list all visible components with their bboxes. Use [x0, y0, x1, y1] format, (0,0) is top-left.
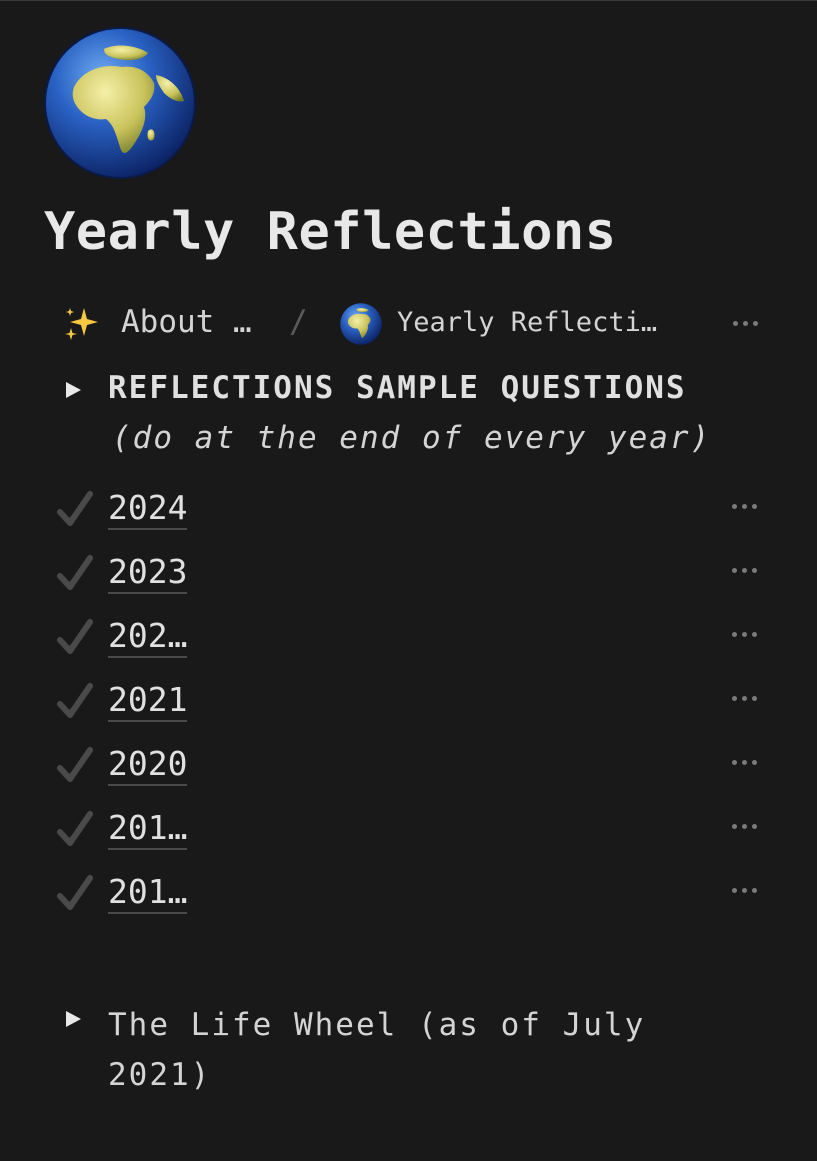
more-horizontal-icon[interactable] — [730, 752, 760, 772]
checkmark-icon — [57, 491, 93, 526]
more-horizontal-icon[interactable] — [730, 624, 760, 644]
globe-europe-africa-icon — [340, 303, 382, 345]
checkmark-icon — [57, 683, 93, 718]
year-link-2021[interactable]: 2021 — [108, 680, 188, 722]
breadcrumb: About … / Yearly Reflecti… — [62, 302, 762, 345]
year-row[interactable]: 2024 — [56, 488, 766, 534]
more-horizontal-icon[interactable] — [731, 313, 761, 333]
globe-europe-africa-icon[interactable] — [44, 27, 196, 179]
year-row[interactable]: 201… — [56, 808, 766, 854]
year-link-2022[interactable]: 202… — [108, 616, 188, 658]
sparkles-icon — [65, 308, 98, 340]
more-horizontal-icon[interactable] — [730, 880, 760, 900]
breadcrumb-current-link[interactable]: Yearly Reflecti… — [397, 307, 657, 338]
checkmark-icon — [57, 619, 93, 654]
year-link-2018[interactable]: 201… — [108, 872, 188, 914]
reflections-toggle-subtitle: (do at the end of every year) — [112, 420, 712, 456]
checkmark-icon — [57, 875, 93, 910]
year-link-2023[interactable]: 2023 — [108, 552, 188, 594]
year-row[interactable]: 2021 — [56, 680, 766, 726]
breadcrumb-parent-link[interactable]: About … — [121, 304, 252, 340]
more-horizontal-icon[interactable] — [730, 816, 760, 836]
year-row[interactable]: 202… — [56, 616, 766, 662]
year-link-2019[interactable]: 201… — [108, 808, 188, 850]
triangle-right-icon[interactable] — [66, 382, 81, 398]
more-horizontal-icon[interactable] — [730, 496, 760, 516]
checkmark-icon — [57, 747, 93, 782]
more-horizontal-icon[interactable] — [730, 688, 760, 708]
year-row[interactable]: 201… — [56, 872, 766, 918]
reflections-toggle-heading[interactable]: REFLECTIONS SAMPLE QUESTIONS — [108, 370, 687, 406]
breadcrumb-separator: / — [289, 304, 308, 340]
top-divider — [0, 0, 817, 1]
checkmark-icon — [57, 555, 93, 590]
year-row[interactable]: 2020 — [56, 744, 766, 790]
year-row[interactable]: 2023 — [56, 552, 766, 598]
page-title: Yearly Reflections — [44, 202, 617, 262]
year-link-2020[interactable]: 2020 — [108, 744, 188, 786]
checkmark-icon — [57, 811, 93, 846]
triangle-right-icon[interactable] — [66, 1011, 81, 1027]
more-horizontal-icon[interactable] — [730, 560, 760, 580]
year-link-2024[interactable]: 2024 — [108, 488, 188, 530]
life-wheel-toggle-label[interactable]: The Life Wheel (as of July 2021) — [108, 1000, 708, 1100]
